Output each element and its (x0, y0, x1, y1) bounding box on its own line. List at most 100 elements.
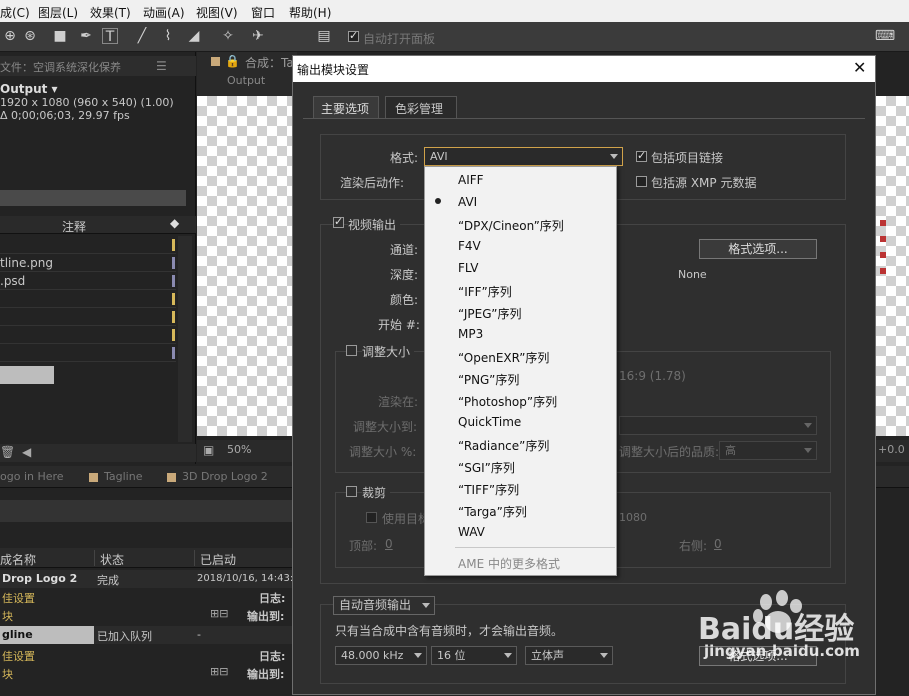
row-output-module[interactable]: 块 (2, 608, 13, 624)
tag-icon[interactable]: ◆ (170, 216, 179, 230)
dropdown-item[interactable]: “DPX/Cineon”序列 (425, 213, 616, 235)
workspace-icon[interactable]: ⌨ (874, 28, 896, 44)
timeline-tab[interactable]: ogo in Here (0, 470, 64, 483)
menu-effect[interactable]: 效果(T) (90, 4, 131, 21)
dropdown-item-selected[interactable]: AVI (425, 191, 616, 213)
brush-tool-icon[interactable]: ╱ (134, 28, 150, 44)
viewer-canvas[interactable] (197, 96, 297, 436)
row-output-module[interactable]: 块 (2, 666, 13, 682)
list-item-selected[interactable] (0, 366, 54, 384)
bit-depth-select[interactable]: 16 位 (431, 646, 517, 665)
table-row[interactable]: 佳设置 日志: (0, 646, 292, 664)
panel-icon[interactable]: ▤ (316, 28, 332, 44)
table-row[interactable]: Drop Logo 2 完成 2018/10/16, 14:43:25 (0, 570, 306, 588)
eraser-tool-icon[interactable]: ◢ (186, 28, 202, 44)
table-row[interactable]: 块 ⊞⊟ 输出到: (0, 664, 292, 682)
menu-help[interactable]: 帮助(H) (289, 4, 331, 21)
project-scrollbar[interactable] (178, 236, 192, 442)
dropdown-item[interactable]: “TIFF”序列 (425, 477, 616, 499)
dropdown-item[interactable]: “OpenEXR”序列 (425, 345, 616, 367)
dropdown-item[interactable]: WAV (425, 521, 616, 543)
dropdown-item-label: AME 中的更多格式 (458, 557, 560, 571)
list-item[interactable] (0, 326, 176, 344)
exposure-value[interactable]: +0.0 (878, 443, 905, 456)
scroll-left-icon[interactable]: ◀ (22, 445, 31, 459)
add-remove-icon[interactable]: ⊞⊟ (210, 607, 228, 620)
tab-main-options[interactable]: 主要选项 (313, 96, 379, 118)
puppet-tool-icon[interactable]: ✈ (250, 28, 266, 44)
tab-color-management[interactable]: 色彩管理 (385, 96, 457, 118)
dropdown-item[interactable]: F4V (425, 235, 616, 257)
crop-right-value[interactable]: 0 (714, 537, 722, 551)
audio-output-select[interactable]: 自动音频输出 (333, 596, 435, 615)
timeline-tab[interactable]: Tagline (104, 470, 142, 483)
menu-window[interactable]: 窗口 (251, 4, 275, 21)
resize-checkbox[interactable] (346, 345, 357, 356)
region-icon[interactable]: ▣ (203, 443, 214, 457)
channels-select[interactable]: 立体声 (525, 646, 613, 665)
list-item[interactable]: tline.png (0, 254, 176, 272)
header-status[interactable]: 状态 (100, 551, 124, 568)
lock-icon[interactable]: 🔒 (225, 54, 240, 68)
crop-top-value[interactable]: 0 (385, 537, 393, 551)
sample-rate-select[interactable]: 48.000 kHz (335, 646, 427, 665)
video-output-checkbox[interactable] (333, 215, 344, 228)
row-render-settings[interactable]: 佳设置 (2, 590, 35, 606)
menu-view[interactable]: 视图(V) (196, 4, 238, 21)
crop-checkbox[interactable] (346, 486, 357, 497)
auto-open-panel-checkbox[interactable] (348, 29, 359, 42)
format-options-button[interactable]: 格式选项... (699, 239, 817, 259)
format-select[interactable]: AVI (424, 147, 623, 166)
resize-to-select[interactable] (619, 416, 817, 435)
row-render-settings[interactable]: 佳设置 (2, 648, 35, 664)
viewer-canvas-right[interactable] (876, 96, 909, 436)
close-icon[interactable]: ✕ (853, 58, 866, 77)
table-row[interactable]: 佳设置 日志: (0, 588, 292, 606)
dropdown-item[interactable]: “Radiance”序列 (425, 433, 616, 455)
dropdown-item-more-formats[interactable]: AME 中的更多格式 (425, 551, 616, 573)
dropdown-item[interactable]: “SGI”序列 (425, 455, 616, 477)
include-xmp-checkbox[interactable] (636, 176, 647, 187)
header-started[interactable]: 已启动 (200, 551, 236, 568)
list-item[interactable] (0, 236, 176, 254)
dropdown-item[interactable]: “JPEG”序列 (425, 301, 616, 323)
dropdown-item-label: WAV (458, 525, 485, 539)
add-remove-icon[interactable]: ⊞⊟ (210, 665, 228, 678)
pen-tool-icon[interactable]: ✒ (78, 28, 94, 44)
table-row[interactable]: gline 已加入队列 - (0, 626, 292, 644)
resize-quality-select[interactable]: 高 (719, 441, 817, 460)
header-comp-name[interactable]: 成名称 (0, 551, 36, 568)
clone-stamp-tool-icon[interactable]: ⌇ (160, 28, 176, 44)
project-menu-icon[interactable]: ☰ (156, 59, 167, 73)
dropdown-item[interactable]: “PNG”序列 (425, 367, 616, 389)
list-item[interactable]: .psd (0, 272, 176, 290)
dropdown-item[interactable]: QuickTime (425, 411, 616, 433)
trash-icon[interactable]: 🗑 (0, 445, 15, 459)
include-project-link-checkbox[interactable] (636, 149, 647, 162)
dropdown-item[interactable]: MP3 (425, 323, 616, 345)
orbit-tool-icon[interactable]: ⊕ (2, 28, 18, 44)
list-item[interactable] (0, 344, 176, 362)
column-comment[interactable]: 注释 (62, 218, 86, 235)
menu-layer[interactable]: 图层(L) (38, 4, 78, 21)
viewer-subtab[interactable]: Output (227, 74, 265, 87)
list-item[interactable] (0, 308, 176, 326)
dropdown-item[interactable]: AIFF (425, 169, 616, 191)
dropdown-item[interactable]: FLV (425, 257, 616, 279)
timeline-tab[interactable]: 3D Drop Logo 2 (182, 470, 268, 483)
menu-composition[interactable]: 成(C) (0, 4, 30, 21)
menu-animation[interactable]: 动画(A) (143, 4, 185, 21)
dropdown-item[interactable]: “IFF”序列 (425, 279, 616, 301)
zoom-select[interactable]: 50% (227, 443, 251, 456)
project-search-field[interactable] (0, 190, 186, 206)
table-row[interactable]: 块 ⊞⊟ 输出到: (0, 606, 292, 624)
use-target-region-checkbox[interactable] (366, 512, 377, 523)
dropdown-item[interactable]: “Targa”序列 (425, 499, 616, 521)
type-tool-icon[interactable]: T (102, 28, 118, 45)
dropdown-item[interactable]: “Photoshop”序列 (425, 389, 616, 411)
pan-behind-tool-icon[interactable]: ⊛ (22, 28, 38, 44)
rectangle-tool-icon[interactable]: ■ (52, 28, 68, 44)
roto-brush-tool-icon[interactable]: ✧ (220, 28, 236, 44)
list-item[interactable] (0, 290, 176, 308)
viewer-tab[interactable]: 合成：Ta (245, 54, 294, 71)
